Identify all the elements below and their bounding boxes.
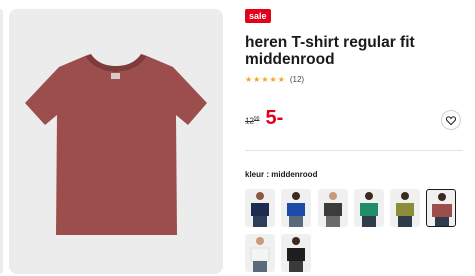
heart-icon (446, 115, 456, 125)
model-image (251, 192, 269, 227)
swatch-green[interactable] (354, 189, 384, 227)
star-icon: ★ (269, 74, 277, 84)
swatch-middenrood[interactable] (426, 189, 456, 227)
wishlist-button[interactable] (441, 110, 461, 130)
model-image (287, 237, 305, 272)
swatch-white[interactable] (245, 234, 275, 272)
star-icon: ★ (277, 74, 285, 84)
old-price: 1299 (245, 116, 260, 126)
sale-badge: sale (245, 9, 271, 23)
product-image[interactable] (9, 9, 223, 274)
tshirt-image (25, 54, 207, 235)
model-image (396, 192, 414, 227)
star-icon: ★ (261, 74, 269, 84)
star-icon: ★ (253, 74, 261, 84)
color-label: kleur : middenrood (245, 170, 318, 179)
product-title: heren T-shirt regular fit middenrood (245, 34, 415, 68)
model-image (324, 192, 342, 227)
model-image (287, 192, 305, 227)
swatch-dark-grey[interactable] (318, 189, 348, 227)
divider (245, 150, 463, 151)
swatch-black[interactable] (281, 234, 311, 272)
model-image (360, 192, 378, 227)
rating[interactable]: ★ ★ ★ ★ ★ (12) (245, 75, 304, 84)
swatch-navy[interactable] (245, 189, 275, 227)
star-icon: ★ (245, 74, 253, 84)
swatch-blue[interactable] (281, 189, 311, 227)
model-image (432, 193, 452, 226)
swatch-olive[interactable] (390, 189, 420, 227)
price: 1299 5- (245, 108, 283, 128)
review-count[interactable]: (12) (290, 75, 304, 84)
sale-price: 5- (265, 107, 284, 129)
previous-image-peek[interactable] (0, 9, 3, 274)
model-image (250, 237, 270, 272)
